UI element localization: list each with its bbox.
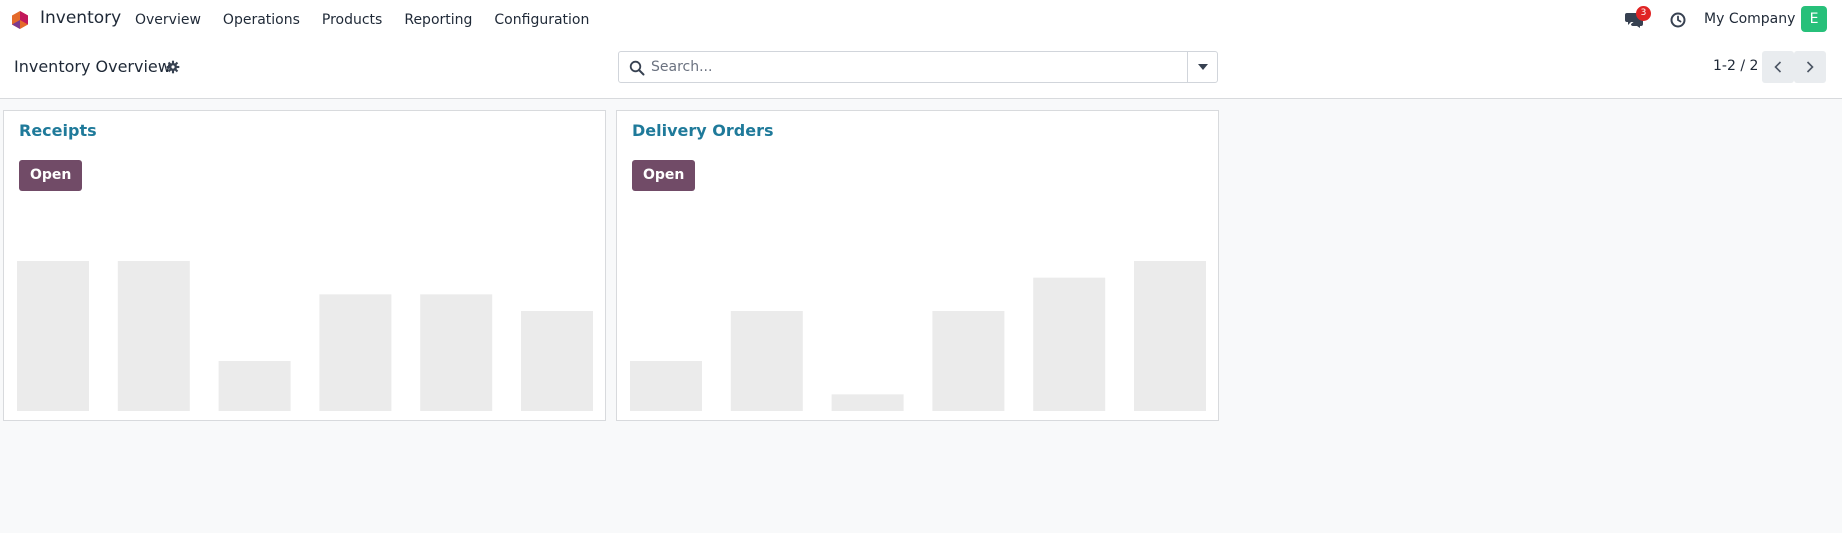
top-navbar: Inventory Overview Operations Products R… xyxy=(0,0,1842,40)
main-menu: Overview Operations Products Reporting C… xyxy=(135,0,611,40)
menu-item-operations[interactable]: Operations xyxy=(223,12,300,28)
delivery-orders-card-title[interactable]: Delivery Orders xyxy=(632,121,773,140)
chart-bar-3[interactable] xyxy=(218,361,291,411)
chart-bar-4[interactable] xyxy=(319,294,392,411)
chart-bar-5[interactable] xyxy=(420,294,493,411)
chart-bar-4[interactable] xyxy=(932,311,1005,411)
chart-bar-2[interactable] xyxy=(730,311,803,411)
chart-bar-3[interactable] xyxy=(831,394,904,411)
delivery-orders-chart-svg xyxy=(630,261,1206,411)
delivery-orders-card: Delivery Orders Open xyxy=(616,110,1219,421)
company-switcher[interactable]: My Company xyxy=(1704,11,1795,27)
receipts-open-button[interactable]: Open xyxy=(19,160,83,191)
menu-item-products[interactable]: Products xyxy=(322,12,382,28)
gear-icon[interactable] xyxy=(166,60,180,74)
menu-item-configuration[interactable]: Configuration xyxy=(494,12,589,28)
delivery-orders-chart xyxy=(630,211,1206,411)
navbar-systray: 3 My Company E xyxy=(1602,0,1842,40)
chart-bar-2[interactable] xyxy=(117,261,190,411)
pager-next-button[interactable] xyxy=(1794,51,1826,83)
app-name[interactable]: Inventory xyxy=(40,8,121,28)
chevron-right-icon xyxy=(1806,61,1814,73)
chart-bar-6[interactable] xyxy=(521,311,593,411)
control-panel: Inventory Overview 1-2 / 2 xyxy=(0,40,1842,99)
user-avatar[interactable]: E xyxy=(1801,6,1827,32)
search-options-toggle[interactable] xyxy=(1187,52,1217,82)
pager-value[interactable]: 1-2 / 2 xyxy=(1713,58,1758,74)
inventory-app-icon[interactable] xyxy=(10,10,30,30)
receipts-card: Receipts Open xyxy=(3,110,606,421)
menu-item-overview[interactable]: Overview xyxy=(135,12,201,28)
caret-down-icon xyxy=(1197,64,1208,70)
clock-icon[interactable] xyxy=(1670,12,1686,28)
receipts-chart xyxy=(17,211,593,411)
chevron-left-icon xyxy=(1774,61,1782,73)
page-title: Inventory Overview xyxy=(14,57,171,76)
chart-bar-5[interactable] xyxy=(1033,277,1106,411)
delivery-orders-open-button[interactable]: Open xyxy=(632,160,696,191)
search-icon xyxy=(629,60,645,76)
receipts-card-title[interactable]: Receipts xyxy=(19,121,97,140)
menu-item-reporting[interactable]: Reporting xyxy=(404,12,472,28)
chart-bar-1[interactable] xyxy=(17,261,89,411)
receipts-chart-svg xyxy=(17,261,593,411)
chat-badge: 3 xyxy=(1636,6,1651,21)
chart-bar-6[interactable] xyxy=(1134,261,1206,411)
search-bar xyxy=(618,51,1218,83)
chart-bar-1[interactable] xyxy=(630,361,702,411)
search-input[interactable] xyxy=(651,56,1171,78)
pager-previous-button[interactable] xyxy=(1762,51,1794,83)
